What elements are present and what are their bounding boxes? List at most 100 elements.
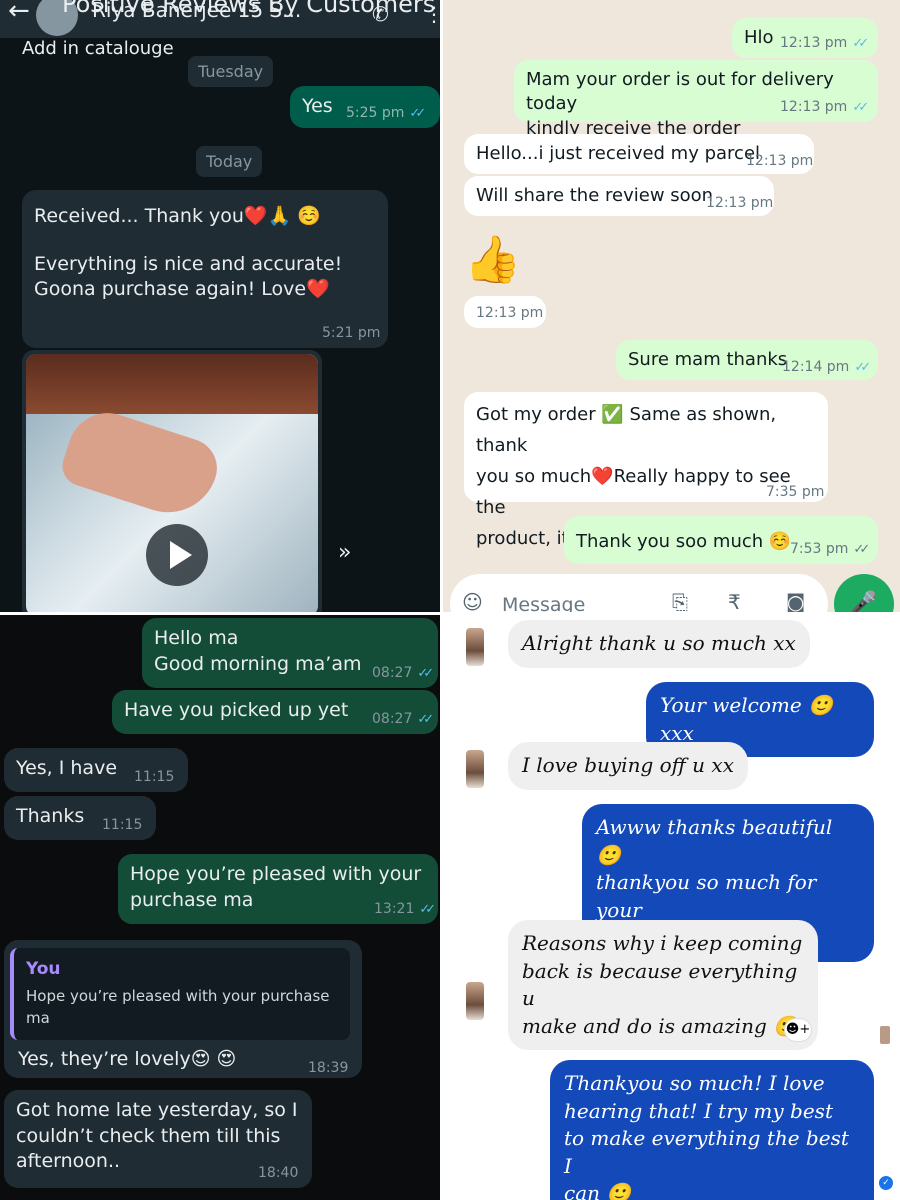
message-text: Thank you soo much ☺️	[576, 531, 792, 552]
mic-button[interactable]: 🎤	[834, 574, 894, 614]
read-ticks-icon: ✓✓	[417, 712, 434, 727]
message-time: 7:53 pm	[790, 541, 849, 557]
chat-panel-bottom-left: Hello ma Good morning ma’am 08:27 ✓✓ Have…	[0, 614, 442, 1200]
message-time: 18:39	[308, 1060, 349, 1076]
message-time: 18:40	[258, 1165, 299, 1181]
sent-check-icon: ✓	[879, 1176, 893, 1190]
catalog-text: Add in catalouge	[22, 38, 174, 59]
message-text: Thanks	[16, 805, 85, 827]
delivered-ticks-icon: ✓✓	[853, 542, 870, 557]
message-outgoing[interactable]: Hope you’re pleased with your purchase m…	[118, 854, 438, 924]
avatar[interactable]	[466, 982, 484, 1020]
message-text: I love buying off u xx	[522, 753, 734, 777]
message-incoming[interactable]: Received... Thank you❤️🙏 ☺️ Everything i…	[22, 190, 388, 348]
message-time: 11:15	[134, 769, 175, 785]
message-text: Goona purchase again! Love❤️	[34, 278, 330, 301]
message-incoming[interactable]: Will share the review soon 12:13 pm	[464, 176, 774, 216]
message-text: couldn’t check them till this	[16, 1124, 281, 1147]
message-time: 13:21	[374, 901, 415, 917]
message-incoming[interactable]: Got home late yesterday, so I couldn’t c…	[4, 1090, 312, 1188]
message-text: can 🙂	[564, 1181, 632, 1200]
back-arrow-icon[interactable]: ←	[8, 0, 30, 26]
message-incoming[interactable]: 12:13 pm	[464, 296, 546, 328]
mic-icon: 🎤	[850, 591, 878, 614]
message-text: you so much❤️Really happy to see the	[476, 465, 791, 518]
message-time: 12:13 pm	[746, 153, 814, 169]
message-incoming[interactable]: I love buying off u xx	[508, 742, 748, 790]
message-incoming[interactable]: Thanks 11:15	[4, 796, 156, 840]
message-text: make and do is amazing 🙂	[522, 1013, 799, 1038]
message-outgoing[interactable]: Hello ma Good morning ma’am 08:27 ✓✓	[142, 618, 438, 688]
read-ticks-icon: ✓✓	[417, 666, 434, 681]
message-time: 5:21 pm	[322, 325, 381, 341]
message-input[interactable]: Message	[502, 594, 585, 614]
sticker-icon[interactable]: ☺	[462, 590, 483, 614]
message-text: Hope you’re pleased with your	[130, 863, 422, 885]
message-text: Your welcome 🙂 xxx	[660, 693, 833, 745]
message-text: Will share the review soon	[476, 185, 714, 206]
chat-panel-top-right: Hlo 12:13 pm ✓✓ Mam your order is out for…	[442, 0, 900, 614]
add-reaction-button[interactable]: ☻+	[784, 1018, 812, 1042]
camera-icon[interactable]: ◙	[786, 590, 805, 614]
message-outgoing[interactable]: Thank you soo much ☺️ 7:53 pm ✓✓	[564, 516, 878, 564]
read-ticks-icon: ✓✓	[409, 106, 426, 121]
message-text: Reasons why i keep coming	[522, 931, 803, 955]
seen-avatar	[880, 1026, 890, 1044]
thumbs-up-sticker[interactable]: 👍	[464, 232, 521, 287]
message-time: 08:27	[372, 665, 413, 681]
message-incoming[interactable]: Got my order ✅ Same as shown, thank you …	[464, 392, 828, 549]
video-message[interactable]	[22, 350, 322, 614]
message-text: Thankyou so much! I love	[564, 1071, 825, 1095]
play-icon[interactable]	[146, 524, 208, 586]
phone-icon[interactable]: ✆	[372, 2, 389, 26]
message-time: 11:15	[102, 817, 143, 833]
read-ticks-icon: ✓✓	[852, 36, 869, 51]
message-outgoing[interactable]: Hlo 12:13 pm ✓✓	[732, 18, 878, 58]
message-text: Received... Thank you❤️🙏 ☺️	[34, 205, 321, 227]
message-outgoing[interactable]: Thankyou so much! I love hearing that! I…	[550, 1060, 874, 1200]
message-text: Awww thanks beautiful 🙂	[596, 815, 833, 867]
message-text: Yes, they’re lovely😍 😍	[18, 1048, 237, 1070]
message-text: Hello...i just received my parcel	[476, 143, 761, 164]
message-incoming[interactable]: Reasons why i keep coming back is becaus…	[508, 920, 818, 1051]
read-ticks-icon: ✓✓	[419, 902, 436, 917]
message-time: 5:25 pm	[346, 105, 405, 121]
quote-text: Hope you’re pleased with your purchase m…	[26, 987, 330, 1027]
divider	[0, 612, 900, 615]
message-text: to make everything the best I	[564, 1126, 849, 1178]
message-text: thankyou so much for your	[596, 870, 817, 922]
read-ticks-icon: ✓✓	[852, 100, 869, 115]
message-text: Everything is nice and accurate!	[34, 252, 343, 275]
message-time: 12:14 pm	[782, 359, 850, 375]
divider	[440, 0, 443, 1200]
chat-panel-top-left: ← Riya Banerjee 15 S... Positive Reviews…	[0, 0, 442, 614]
message-text: Alright thank u so much xx	[522, 631, 796, 655]
message-text: Hlo	[744, 27, 774, 48]
message-outgoing[interactable]: Mam your order is out for delivery today…	[514, 60, 878, 139]
read-ticks-icon: ✓✓	[854, 360, 871, 375]
message-incoming[interactable]: Yes, I have 11:15	[4, 748, 188, 792]
attach-icon[interactable]: ⎘	[672, 590, 688, 614]
message-text: back is because everything u	[522, 958, 798, 1011]
date-chip: Today	[196, 146, 263, 177]
payment-icon[interactable]: ₹	[728, 590, 741, 614]
message-time: 12:13 pm	[476, 305, 544, 321]
message-outgoing[interactable]: Yes 5:25 pm ✓✓	[290, 86, 440, 128]
forward-icon[interactable]: »	[338, 540, 351, 565]
message-text: Have you picked up yet	[124, 699, 349, 721]
avatar[interactable]	[466, 628, 484, 666]
message-time: 12:13 pm	[780, 35, 848, 51]
message-text: hearing that! I try my best	[564, 1098, 833, 1123]
message-incoming[interactable]: Hello...i just received my parcel 12:13 …	[464, 134, 814, 174]
message-incoming[interactable]: Alright thank u so much xx	[508, 620, 810, 668]
date-chip: Tuesday	[188, 56, 274, 87]
message-text: Yes	[302, 95, 333, 117]
message-outgoing[interactable]: Have you picked up yet 08:27 ✓✓	[112, 690, 438, 734]
avatar[interactable]	[466, 750, 484, 788]
message-time: 7:35 pm	[766, 484, 825, 500]
quote-author: You	[26, 959, 61, 979]
message-outgoing[interactable]: Sure mam thanks 12:14 pm ✓✓	[616, 340, 878, 380]
video-thumbnail	[26, 354, 318, 614]
message-time: 12:13 pm	[706, 195, 774, 211]
message-time: 08:27	[372, 711, 413, 727]
